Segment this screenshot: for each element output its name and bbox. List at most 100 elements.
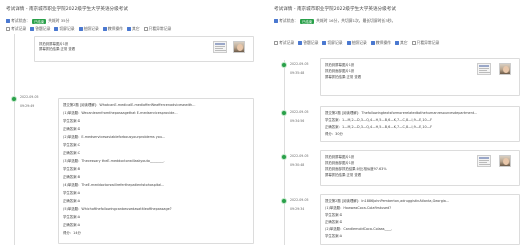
filter-other-label[interactable]: 其它 [132, 26, 140, 32]
filter-answer-label[interactable]: 答题记录 [35, 26, 50, 32]
event-date: 2022-09-05 [290, 198, 309, 202]
event-card: 抓拍到屏幕图片1张 抓拍到面部图片1张 抓拍到面部抓拍结果:对比相似度97.63… [320, 150, 520, 186]
event-line: 学生答案:D [63, 119, 81, 123]
event-line: (4)单选题：TheE-meddoctorswillreferthepatien… [63, 183, 165, 187]
event-line: 学生答案:D [325, 213, 343, 217]
event-line: 正确答案:B [63, 175, 81, 179]
event-line: (1)单选题：HowwasCoca-Colafirstused? [325, 206, 392, 210]
timeline-dot [281, 154, 287, 160]
filter-checkbox-abnormal[interactable] [411, 41, 416, 45]
filter-answer-label[interactable]: 答题记录 [303, 40, 318, 46]
event-line: 抓拍到面部图片1张 [325, 161, 355, 165]
event-line: 正确答案:D [325, 220, 343, 224]
timeline-dot [11, 96, 17, 102]
filter-checkbox-all[interactable] [274, 41, 278, 45]
timeline-line [284, 60, 285, 245]
filter-label: 考试记录 [11, 26, 27, 31]
filter-checkbox-other[interactable] [126, 27, 131, 31]
filter-label: 考试记录 [279, 40, 295, 45]
event-line: (3)单选题：Thecessary theE-meddoctorwillasky… [63, 159, 165, 163]
filter-switch-label[interactable]: 切屏记录 [327, 40, 342, 46]
status-row: 考试状态： 已结束 共耗时 35分 [6, 18, 69, 24]
filter-checkbox-photo[interactable] [346, 41, 351, 45]
timeline-line [14, 34, 15, 245]
event-date: 2022-09-05 [290, 154, 309, 158]
face-photo-thumbnail[interactable] [499, 155, 511, 167]
filter-teacher-label[interactable]: 教师操作 [376, 40, 391, 46]
filter-photo-label[interactable]: 拍照记录 [84, 26, 99, 32]
event-line: 学生答案:A [63, 191, 81, 195]
exam-detail-panel-right: 考试详情 - 南京城市职业学院2022级学生大学英语分级考试 考试状态： 已结束… [268, 0, 524, 245]
event-line: (2)单选题：CandlemoldCoca-Colaas____. [325, 227, 393, 231]
filter-photo-label[interactable]: 拍照记录 [352, 40, 367, 46]
screen-capture-thumbnail[interactable] [477, 155, 491, 167]
event-score: 得分：14分 [63, 231, 81, 235]
event-line: 正确答案:D [63, 127, 81, 131]
filter-checkbox-teacher[interactable] [370, 41, 375, 45]
event-line: 学生答案:A [325, 234, 343, 238]
event-date: 2022-09-05 [290, 110, 309, 114]
filter-abnormal-label[interactable]: 只看异常记录 [149, 26, 172, 32]
filter-switch-label[interactable]: 切屏记录 [59, 26, 74, 32]
event-line: 学生答案:B [63, 167, 81, 171]
filter-checkbox-switch[interactable] [322, 41, 327, 45]
filter-checkbox-other[interactable] [394, 41, 399, 45]
event-line: 抓拍到面部图片1张 [325, 69, 355, 73]
filter-checkbox-all[interactable] [6, 27, 10, 31]
event-line: 学生答案：1—M,2—D,3—Q,4—H,5—B,6—K,7—C,8—I,9—E… [325, 118, 433, 122]
filter-abnormal-label[interactable]: 只看异常记录 [417, 40, 440, 46]
filter-checkbox-abnormal[interactable] [143, 27, 148, 31]
filter-checkbox-teacher[interactable] [102, 27, 107, 31]
event-score: 得分：30分 [325, 132, 343, 136]
screen-capture-thumbnail[interactable] [477, 63, 491, 75]
event-line: 抓拍到屏幕图片1张 [325, 63, 355, 67]
filter-teacher-label[interactable]: 教师操作 [108, 26, 123, 32]
page-title: 考试详情 - 南京城市职业学院2022级学生大学英语分级考试 [6, 7, 128, 12]
timeline-dot [281, 110, 287, 116]
filter-checkbox-photo[interactable] [78, 27, 83, 31]
face-photo-thumbnail[interactable] [499, 63, 511, 75]
exam-detail-panel-left: 考试详情 - 南京城市职业学院2022级学生大学英语分级考试 考试状态： 已结束… [0, 0, 258, 245]
event-line: 正确答案:A [63, 199, 81, 203]
filter-checkbox-answer[interactable] [298, 41, 303, 45]
event-timeline: 抓拍到屏幕图片1张 屏幕抓拍结果:正常 查看 2022-09-05 09:29:… [0, 34, 258, 245]
event-line: 抓拍到面部抓拍结果:对比相似度97.63% [325, 167, 387, 171]
status-checkbox[interactable] [6, 19, 10, 23]
event-date: 2022-09-05 [20, 95, 39, 99]
event-card: 提交第2题 [阅读理解]：In1886JohnPemberton,adruggi… [320, 194, 520, 245]
event-time: 09:35:48 [290, 71, 305, 75]
event-date: 2022-09-05 [290, 62, 309, 66]
timeline-dot [281, 62, 287, 68]
face-photo-thumbnail[interactable] [233, 41, 245, 53]
event-line: (5)单选题：Whichofthefollowingcanbeusedasati… [63, 207, 172, 211]
status-badge: 已结束 [299, 18, 315, 24]
event-timeline: 2022-09-05 09:35:48 抓拍到屏幕图片1张 抓拍到面部图片1张 … [268, 52, 524, 245]
filter-bar: 考试记录 答题记录 切屏记录 拍照记录 教师操作 其它 只看异常记录 [6, 26, 171, 32]
screen-capture-thumbnail[interactable] [213, 41, 227, 53]
filter-other-label[interactable]: 其它 [400, 40, 408, 46]
event-card: 抓拍到屏幕图片1张 屏幕抓拍结果:正常 查看 [34, 36, 254, 62]
event-card: 提交第2题 [阅读理解]：WhatcanE-medicalE-medioffer… [58, 98, 254, 244]
event-time: 09:29:49 [20, 104, 35, 108]
filter-checkbox-switch[interactable] [54, 27, 59, 31]
filter-checkbox-answer[interactable] [30, 27, 35, 31]
event-line: 学生答案:A [63, 215, 81, 219]
event-line: 正确答案:A [63, 223, 81, 227]
event-line: 正确答案：1—M,2—D,3—Q,4—H,5—B,6—K,7—C,8—I,9—E… [325, 125, 433, 129]
event-line: 抓拍到屏幕图片1张 [325, 155, 355, 159]
duration-text: 共耗时 35分 [48, 18, 70, 23]
event-line: 学生答案:C [63, 143, 81, 147]
event-line: 正确答案:C [63, 151, 81, 155]
event-time: 09:29:34 [290, 207, 305, 211]
event-line: 屏幕抓拍结果:正常 查看 [325, 173, 362, 177]
page-title: 考试详情 - 南京城市职业学院2022级学生大学英语分级考试 [274, 7, 396, 12]
status-label: 考试状态： [11, 18, 30, 23]
timeline-dot [281, 198, 287, 204]
status-checkbox[interactable] [274, 19, 278, 23]
status-row: 考试状态： 已结束 共耗时 16分，共切屏1次，最长切屏时长3秒。 [274, 18, 395, 24]
event-line: (2)单选题：E-medservicesaviableforbousyourpr… [63, 135, 166, 139]
event-line: 提交第2题 [阅读理解]：In1886JohnPemberton,adruggi… [325, 199, 450, 203]
status-badge: 已结束 [31, 18, 47, 24]
event-time: 09:30:48 [290, 163, 305, 167]
event-line: 提交第2题 [阅读理解]：WhatcanE-medicalE-medioffer… [63, 103, 196, 107]
